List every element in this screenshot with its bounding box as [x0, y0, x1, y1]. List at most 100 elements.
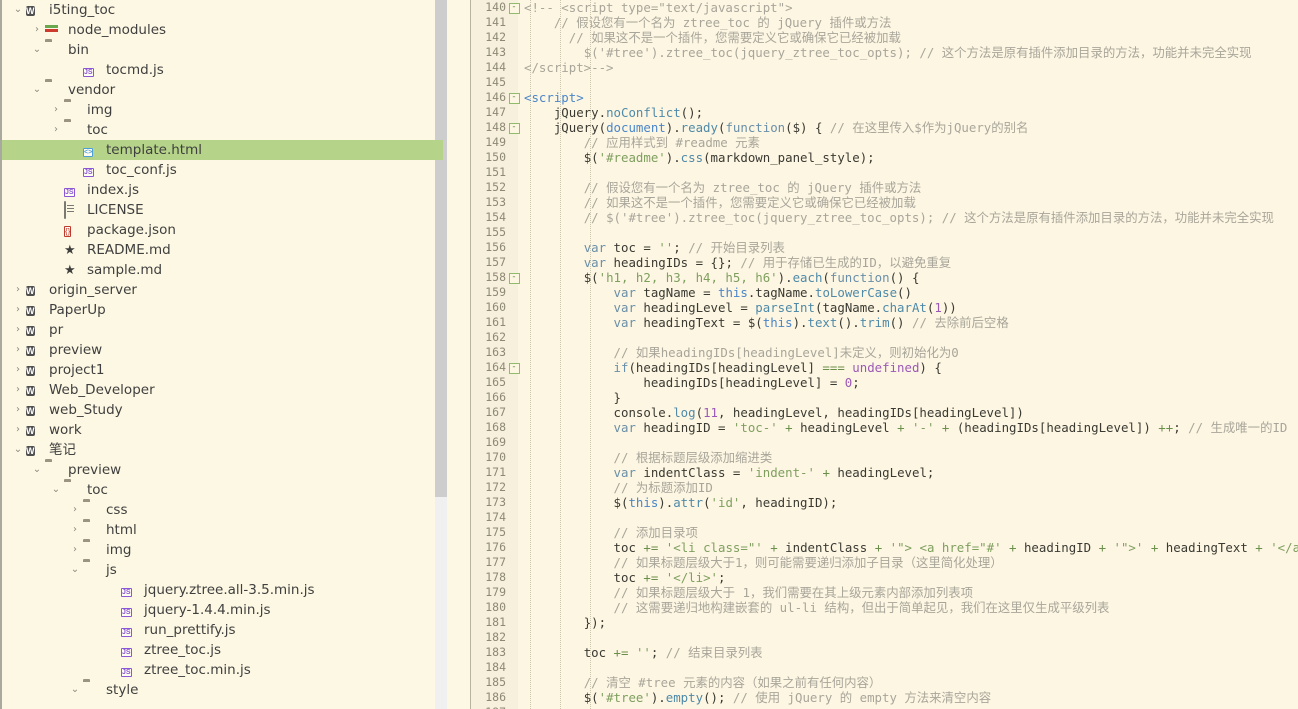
code-line[interactable]: 163 // 如果headingIDs[headingLevel]未定义，则初始… [470, 345, 1298, 360]
code-line[interactable]: 152 // 假设您有一个名为 ztree_toc 的 jQuery 插件或方法 [470, 180, 1298, 195]
tree-row[interactable]: ⌄ preview [2, 460, 443, 480]
code-text[interactable]: // 添加目录项 [520, 525, 1298, 540]
code-line[interactable]: 153 // 如果这不是一个插件，您需要定义它或确保它已经被加载 [470, 195, 1298, 210]
code-line[interactable]: 170 // 根据标题层级添加缩进类 [470, 450, 1298, 465]
code-text[interactable]: }); [520, 615, 1298, 630]
chevron-down-icon[interactable]: ⌄ [67, 685, 83, 695]
code-text[interactable]: // 如果这不是一个插件，您需要定义它或确保它已经被加载 [520, 30, 1298, 45]
chevron-right-icon[interactable]: › [10, 405, 26, 415]
code-line[interactable]: 183 toc += ''; // 结束目录列表 [470, 645, 1298, 660]
code-line[interactable]: 169 [470, 435, 1298, 450]
code-text[interactable]: $('#readme').css(markdown_panel_style); [520, 150, 1298, 165]
code-text[interactable]: // 如果标题层级大于1，则可能需要递归添加子目录（这里简化处理） [520, 555, 1298, 570]
chevron-right-icon[interactable]: › [29, 25, 45, 35]
code-line[interactable]: 184 [470, 660, 1298, 675]
code-line[interactable]: 164- if(headingIDs[headingLevel] === und… [470, 360, 1298, 375]
code-text[interactable]: // 假设您有一个名为 ztree_toc 的 jQuery 插件或方法 [520, 15, 1298, 30]
tree-row[interactable]: ⌄ js [2, 560, 443, 580]
code-line[interactable]: 147 jQuery.noConflict(); [470, 105, 1298, 120]
code-line[interactable]: 160 var headingLevel = parseInt(tagName.… [470, 300, 1298, 315]
code-line[interactable]: 180 // 这需要递归地构建嵌套的 ul-li 结构，但出于简单起见，我们在这… [470, 600, 1298, 615]
tree-row[interactable]: ⌄ style [2, 680, 443, 700]
code-line[interactable]: 150 $('#readme').css(markdown_panel_styl… [470, 150, 1298, 165]
code-text[interactable]: // 清空 #tree 元素的内容（如果之前有任何内容） [520, 675, 1298, 690]
code-text[interactable]: var tagName = this.tagName.toLowerCase() [520, 285, 1298, 300]
code-text[interactable]: $('#tree').empty(); // 使用 jQuery 的 empty… [520, 690, 1298, 705]
tree-row[interactable]: › css [2, 500, 443, 520]
code-line[interactable]: 141 // 假设您有一个名为 ztree_toc 的 jQuery 插件或方法 [470, 15, 1298, 30]
code-line[interactable]: 157 var headingIDs = {}; // 用于存储已生成的ID，以… [470, 255, 1298, 270]
tree-row[interactable]: JS index.js [2, 180, 443, 200]
chevron-down-icon[interactable]: ⌄ [29, 465, 45, 475]
tree-row[interactable]: JS run_prettify.js [2, 620, 443, 640]
chevron-down-icon[interactable]: ⌄ [48, 485, 64, 495]
code-line[interactable]: 156 var toc = ''; // 开始目录列表 [470, 240, 1298, 255]
tree-row[interactable]: › html [2, 520, 443, 540]
tree-row[interactable]: JS tocmd.js [2, 60, 443, 80]
fold-collapse-icon[interactable]: - [508, 0, 520, 15]
code-text[interactable]: // 这需要递归地构建嵌套的 ul-li 结构，但出于简单起见，我们在这里仅生成… [520, 600, 1298, 615]
code-text[interactable]: var headingLevel = parseInt(tagName.char… [520, 300, 1298, 315]
tree-row[interactable]: ⌄ bin [2, 40, 443, 60]
code-line[interactable]: 179 // 如果标题层级大于 1，我们需要在其上级元素内部添加列表项 [470, 585, 1298, 600]
fold-collapse-icon[interactable]: - [508, 90, 520, 105]
tree-row[interactable]: › Wpreview [2, 340, 443, 360]
code-line[interactable]: 172 // 为标题添加ID [470, 480, 1298, 495]
tree-row[interactable]: › node_modules [2, 20, 443, 40]
code-text[interactable]: // 应用样式到 #readme 元素 [520, 135, 1298, 150]
chevron-right-icon[interactable]: › [48, 125, 64, 135]
code-text[interactable]: if(headingIDs[headingLevel] === undefine… [520, 360, 1298, 375]
chevron-right-icon[interactable]: › [10, 345, 26, 355]
code-text[interactable]: jQuery.noConflict(); [520, 105, 1298, 120]
code-line[interactable]: 173 $(this).attr('id', headingID); [470, 495, 1298, 510]
code-line[interactable]: 161 var headingText = $(this).text().tri… [470, 315, 1298, 330]
code-line[interactable]: 176 toc += '<li class="' + indentClass +… [470, 540, 1298, 555]
chevron-down-icon[interactable]: ⌄ [29, 85, 45, 95]
code-line[interactable]: 155 [470, 225, 1298, 240]
code-line[interactable]: 148- jQuery(document).ready(function($) … [470, 120, 1298, 135]
chevron-right-icon[interactable]: › [10, 285, 26, 295]
tree-row[interactable]: ⌄ vendor [2, 80, 443, 100]
tree-row[interactable]: › Wwork [2, 420, 443, 440]
tree-row[interactable]: LICENSE [2, 200, 443, 220]
code-line[interactable]: 171 var indentClass = 'indent-' + headin… [470, 465, 1298, 480]
code-line[interactable]: 178 toc += '</li>'; [470, 570, 1298, 585]
tree-row[interactable]: ⌄ Wi5ting_toc [2, 0, 443, 20]
tree-row[interactable]: › img [2, 540, 443, 560]
tree-row[interactable]: › Wpr [2, 320, 443, 340]
tree-row[interactable]: › W PaperUp [2, 300, 443, 320]
code-line[interactable]: 142 // 如果这不是一个插件，您需要定义它或确保它已经被加载 [470, 30, 1298, 45]
tree-row[interactable]: JS jquery-1.4.4.min.js [2, 600, 443, 620]
tree-row[interactable]: ⌄ W 笔记 [2, 440, 443, 460]
fold-box[interactable]: - [508, 123, 520, 134]
code-line[interactable]: 174 [470, 510, 1298, 525]
code-text[interactable]: // $('#tree').ztree_toc(jquery_ztree_toc… [520, 210, 1298, 225]
fold-box[interactable]: - [508, 3, 520, 14]
code-line[interactable]: 143 $('#tree').ztree_toc(jquery_ztree_to… [470, 45, 1298, 60]
code-text[interactable]: // 如果这不是一个插件，您需要定义它或确保它已经被加载 [520, 195, 1298, 210]
chevron-down-icon[interactable]: ⌄ [10, 445, 26, 455]
code-text[interactable]: // 如果headingIDs[headingLevel]未定义，则初始化为0 [520, 345, 1298, 360]
chevron-right-icon[interactable]: › [10, 305, 26, 315]
code-text[interactable]: var indentClass = 'indent-' + headingLev… [520, 465, 1298, 480]
code-line[interactable]: 165 headingIDs[headingLevel] = 0; [470, 375, 1298, 390]
code-text[interactable]: // 为标题添加ID [520, 480, 1298, 495]
code-line[interactable]: 186 $('#tree').empty(); // 使用 jQuery 的 e… [470, 690, 1298, 705]
tree-row[interactable]: › Worigin_server [2, 280, 443, 300]
tree-row[interactable]: JS toc_conf.js [2, 160, 443, 180]
tree-row[interactable]: › Wweb_Study [2, 400, 443, 420]
fold-collapse-icon[interactable]: - [508, 120, 520, 135]
code-text[interactable]: // 假设您有一个名为 ztree_toc 的 jQuery 插件或方法 [520, 180, 1298, 195]
fold-collapse-icon[interactable]: - [508, 360, 520, 375]
code-line[interactable]: 146- <script> [470, 90, 1298, 105]
code-text[interactable]: // 如果标题层级大于 1，我们需要在其上级元素内部添加列表项 [520, 585, 1298, 600]
code-line[interactable]: 177 // 如果标题层级大于1，则可能需要递归添加子目录（这里简化处理） [470, 555, 1298, 570]
code-text[interactable]: var headingID = 'toc-' + headingLevel + … [520, 420, 1298, 435]
fold-box[interactable]: - [508, 93, 520, 104]
code-line[interactable]: 181 }); [470, 615, 1298, 630]
code-text[interactable]: <script> [520, 90, 1298, 105]
code-line[interactable]: 167 console.log(11, headingLevel, headin… [470, 405, 1298, 420]
code-text[interactable]: <!-- <script type="text/javascript"> [520, 0, 1298, 15]
tree-row[interactable]: ⌄ toc [2, 480, 443, 500]
code-text[interactable]: console.log(11, headingLevel, headingIDs… [520, 405, 1298, 420]
